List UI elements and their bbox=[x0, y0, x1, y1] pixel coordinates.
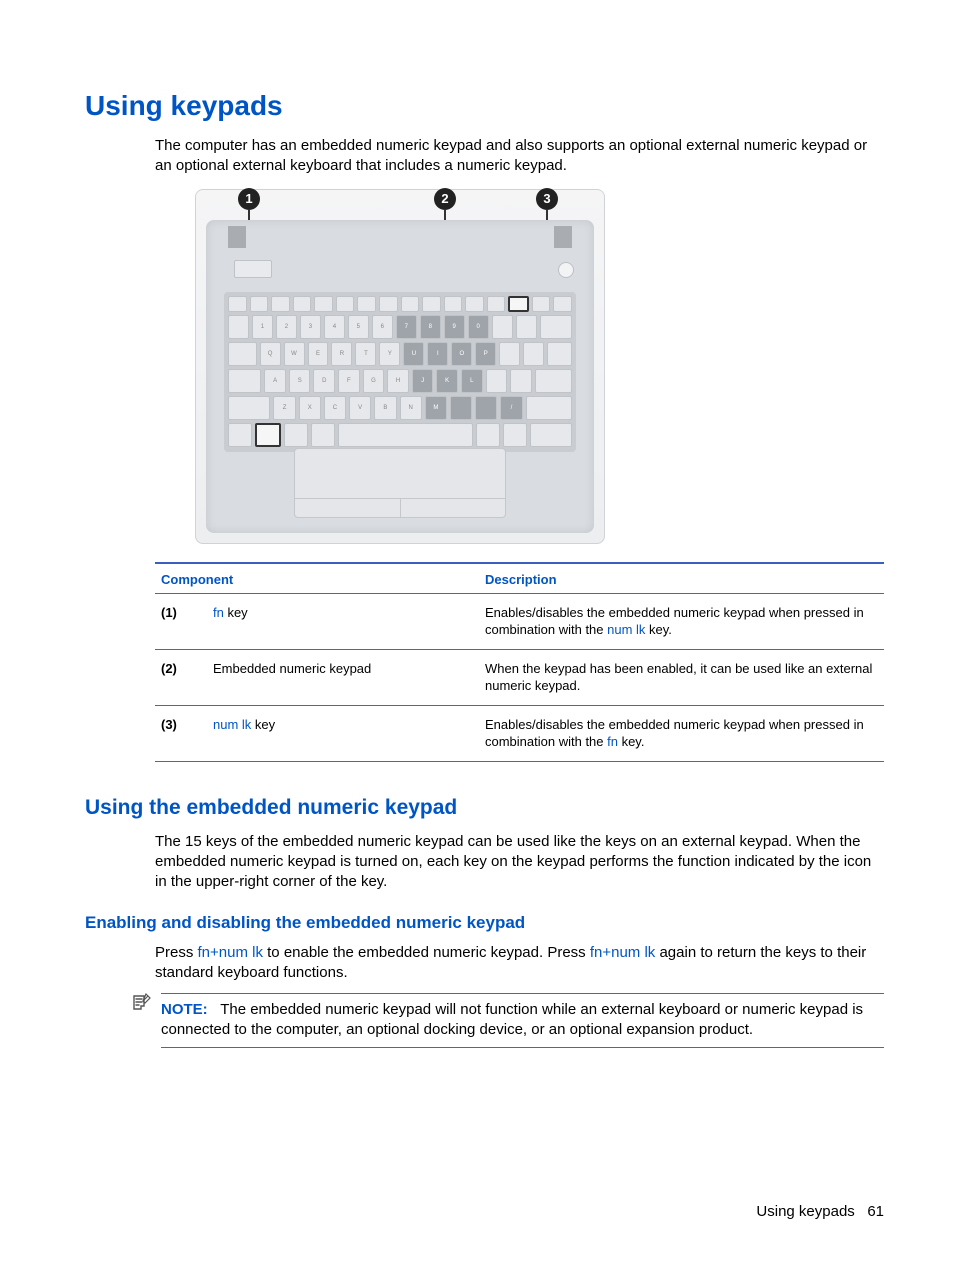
callout-1: 1 bbox=[238, 188, 260, 210]
page-footer: Using keypads 61 bbox=[756, 1203, 884, 1220]
page-title: Using keypads bbox=[85, 90, 884, 122]
section-heading-enabling: Enabling and disabling the embedded nume… bbox=[85, 913, 884, 933]
note-text: The embedded numeric keypad will not fun… bbox=[161, 1001, 863, 1038]
note-label: NOTE: bbox=[161, 1001, 208, 1018]
callout-2: 2 bbox=[434, 188, 456, 210]
section3-paragraph: Press fn+num lk to enable the embedded n… bbox=[155, 943, 884, 984]
callout-3: 3 bbox=[536, 188, 558, 210]
table-row: (3) num lk key Enables/disables the embe… bbox=[155, 705, 884, 761]
th-description: Description bbox=[479, 563, 884, 594]
table-row: (1) fn key Enables/disables the embedded… bbox=[155, 593, 884, 649]
note-block: NOTE: The embedded numeric keypad will n… bbox=[131, 993, 884, 1048]
th-component: Component bbox=[155, 563, 479, 594]
section-heading-embedded: Using the embedded numeric keypad bbox=[85, 796, 884, 820]
table-row: (2) Embedded numeric keypad When the key… bbox=[155, 649, 884, 705]
component-table: Component Description (1) fn key Enables… bbox=[155, 562, 884, 762]
note-icon bbox=[131, 993, 151, 1018]
keyboard-diagram: 1 2 3 1234567890 QWERTYUIOP bbox=[195, 189, 605, 544]
intro-paragraph: The computer has an embedded numeric key… bbox=[155, 136, 884, 177]
section2-paragraph: The 15 keys of the embedded numeric keyp… bbox=[155, 832, 884, 893]
